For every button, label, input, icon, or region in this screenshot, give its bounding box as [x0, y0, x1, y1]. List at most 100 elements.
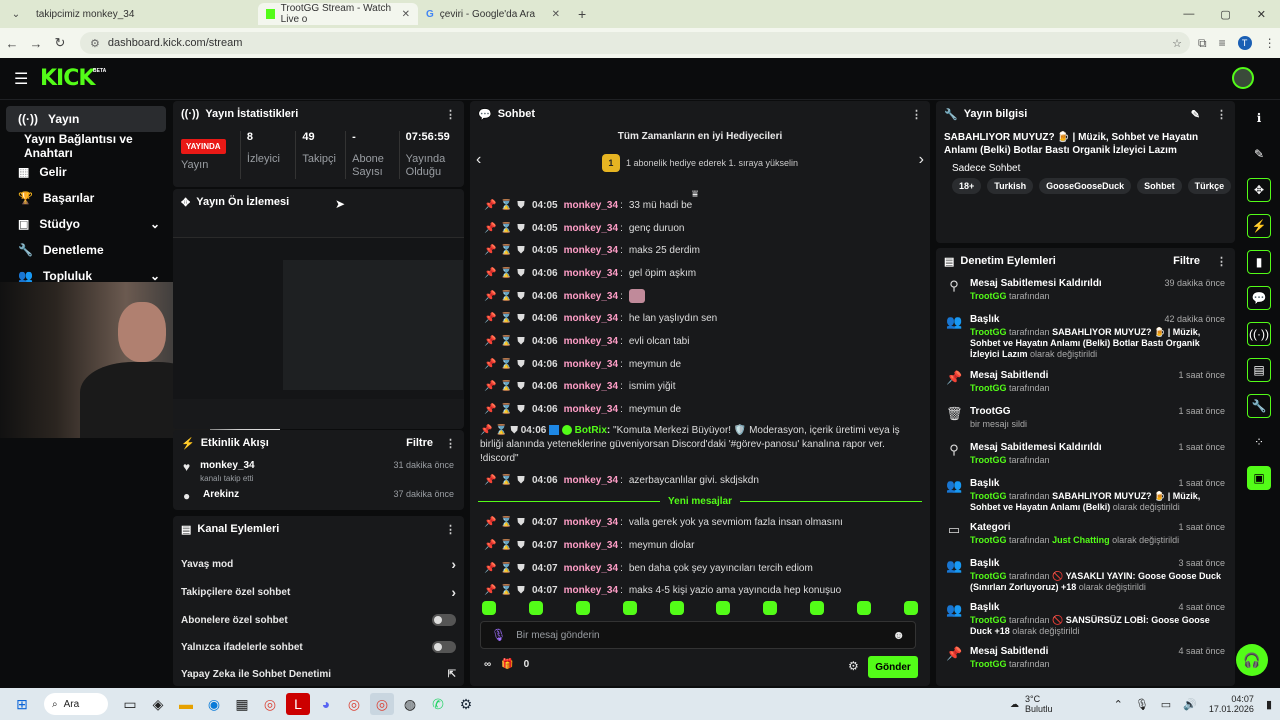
message-user[interactable]: monkey_34 [564, 336, 618, 347]
task-view-icon[interactable]: ▭ [118, 693, 142, 715]
mod-actor[interactable]: TrootGG [970, 327, 1007, 337]
emote-button[interactable] [716, 601, 731, 615]
message-user[interactable]: monkey_34 [564, 245, 618, 256]
close-icon[interactable]: ✕ [552, 9, 560, 20]
mod-actor[interactable]: TrootGG [970, 383, 1007, 393]
chat-message[interactable]: 📌 ⌛ ⛊ 04:05 monkey_34: maks 25 derdim [470, 239, 930, 262]
shield-icon[interactable]: ⛊ [516, 563, 526, 574]
emoji-icon[interactable]: ☻ [892, 628, 905, 642]
slow-mode-row[interactable]: Yavaş mod › [173, 550, 464, 578]
timeout-icon[interactable]: ⌛ [500, 381, 512, 392]
chevron-left-icon[interactable]: ‹ [476, 151, 481, 169]
url-input[interactable]: ⚙ dashboard.kick.com/stream ☆ [80, 32, 1190, 54]
pin-icon[interactable]: 📌 [484, 291, 496, 302]
sidebar-item-studyo[interactable]: ▣ Stüdyo ⌄ [6, 211, 166, 237]
pin-icon[interactable]: 📌 [484, 381, 496, 392]
filter-button[interactable]: Filtre [1173, 255, 1200, 267]
pin-icon[interactable]: 📌 [484, 336, 496, 347]
sidebar-item-denetleme[interactable]: 🔧 Denetleme [6, 237, 166, 263]
app-shortcut-icon[interactable]: ▣ [1247, 466, 1271, 490]
clock[interactable]: 04:07 17.01.2026 [1209, 694, 1254, 714]
chrome-active-icon[interactable]: ◎ [370, 693, 394, 715]
message-user[interactable]: monkey_34 [564, 585, 618, 596]
filter-button[interactable]: Filtre [406, 437, 433, 449]
tag-chip[interactable]: Sohbet [1137, 178, 1182, 194]
broadcast-shortcut-icon[interactable]: ((·)) [1247, 322, 1271, 346]
browser-menu-icon[interactable]: ⋮ [1264, 36, 1276, 50]
mod-actor[interactable]: TrootGG [970, 615, 1007, 625]
chat-message[interactable]: 📌 ⌛ ⛊ 04:05 monkey_34: genç duruon [470, 217, 930, 240]
mod-actor[interactable]: TrootGG [970, 571, 1007, 581]
chevron-right-icon[interactable]: › [451, 584, 456, 600]
sidebar-item-basarilar[interactable]: 🏆 Başarılar [6, 185, 166, 211]
timeout-icon[interactable]: ⌛ [500, 359, 512, 370]
chat-message[interactable]: 📌 ⌛ ⛊ 04:06 monkey_34: gel öpim aşkım [470, 262, 930, 285]
edge-icon[interactable]: ◉ [202, 693, 226, 715]
reading-list-icon[interactable]: ≡ [1219, 36, 1226, 50]
notification-icon[interactable]: ▮ [1266, 698, 1272, 711]
mod-actor[interactable]: TrootGG [970, 455, 1007, 465]
volume-icon[interactable]: 🔊 [1183, 698, 1197, 711]
tab-search-icon[interactable]: ⌄ [4, 3, 28, 25]
info-icon[interactable]: ℹ [1247, 106, 1271, 130]
chevron-down-icon[interactable]: ⌄ [150, 269, 160, 283]
timeout-icon[interactable]: ⌛ [500, 475, 512, 486]
tab-pinned-group[interactable]: takipcimiz monkey_34 [28, 3, 258, 25]
extensions-icon[interactable]: ⧉ [1198, 36, 1207, 51]
message-user[interactable]: monkey_34 [564, 540, 618, 551]
timeout-icon[interactable]: ⌛ [500, 245, 512, 256]
message-user[interactable]: monkey_34 [564, 223, 618, 234]
pin-icon[interactable]: 📌 [484, 245, 496, 256]
file-explorer-icon[interactable]: ▬ [174, 693, 198, 715]
pin-icon[interactable]: 📌 [484, 475, 496, 486]
wrench-shortcut-icon[interactable]: 🔧 [1247, 394, 1271, 418]
pin-icon[interactable]: 📌 [484, 404, 496, 415]
shield-icon[interactable]: ⛊ [516, 381, 526, 392]
timeout-icon[interactable]: ⌛ [500, 313, 512, 324]
close-icon[interactable]: ✕ [402, 9, 410, 20]
copilot-icon[interactable]: ◈ [146, 693, 170, 715]
emote-button[interactable] [528, 601, 543, 615]
pin-icon[interactable]: 📌 [484, 223, 496, 234]
activity-user[interactable]: monkey_34 [200, 460, 383, 471]
more-options-icon[interactable]: ⋮ [911, 108, 922, 121]
chat-shortcut-icon[interactable]: 💬 [1247, 286, 1271, 310]
emote-button[interactable] [575, 601, 590, 615]
tab-kick[interactable]: TrootGG Stream - Watch Live o ✕ [258, 3, 418, 25]
chevron-right-icon[interactable]: › [451, 556, 456, 572]
reload-icon[interactable]: ↻ [48, 35, 72, 51]
pin-icon[interactable]: 📌 [484, 540, 496, 551]
emote-button[interactable] [622, 601, 637, 615]
more-options-icon[interactable]: ⋮ [445, 108, 456, 121]
more-options-icon[interactable]: ⋮ [445, 437, 456, 450]
shield-icon[interactable]: ⛊ [516, 200, 526, 211]
shield-icon[interactable]: ⛊ [516, 404, 526, 415]
timeout-icon[interactable]: ⌛ [500, 563, 512, 574]
message-user[interactable]: monkey_34 [564, 359, 618, 370]
more-options-icon[interactable]: ⋮ [1216, 108, 1227, 121]
shield-icon[interactable]: ⛊ [516, 268, 526, 279]
mod-actor[interactable]: TrootGG [970, 535, 1007, 545]
edit-icon[interactable]: ✎ [1247, 142, 1271, 166]
stream-preview-video[interactable] [173, 237, 464, 399]
weather-widget[interactable]: ☁ 3°C Bulutlu [1010, 694, 1053, 714]
hamburger-menu-icon[interactable]: ☰ [14, 69, 28, 89]
mod-actor[interactable]: TrootGG [970, 491, 1007, 501]
points-icon[interactable]: 🎁 [501, 659, 513, 670]
timeout-icon[interactable]: ⌛ [500, 268, 512, 279]
chat-message[interactable]: 📌 ⌛ ⛊ 04:07 monkey_34: meymun diolar [470, 534, 930, 557]
chat-message[interactable]: 📌 ⌛ ⛊ 04:05 monkey_34:33 mü hadi be [470, 194, 930, 217]
minimize-icon[interactable]: — [1183, 8, 1194, 21]
store-icon[interactable]: ▦ [230, 693, 254, 715]
steam-icon[interactable]: ⚙ [454, 693, 478, 715]
network-icon[interactable]: ▭ [1161, 698, 1171, 711]
emote-button[interactable] [482, 601, 496, 615]
shield-icon[interactable]: ⛊ [516, 540, 526, 551]
chrome-icon[interactable]: ◎ [258, 693, 282, 715]
chat-message[interactable]: 📌 ⌛ ⛊ 04:07 monkey_34: maks 4-5 kişi yazio am… [470, 580, 930, 603]
shield-icon[interactable]: ⛊ [516, 475, 526, 486]
ai-moderation-row[interactable]: Yapay Zeka ile Sohbet Denetimi ⇱ [173, 660, 464, 688]
timeout-icon[interactable]: ⌛ [500, 223, 512, 234]
more-options-icon[interactable]: ⋮ [445, 523, 456, 536]
obs-icon[interactable]: ◍ [398, 693, 422, 715]
